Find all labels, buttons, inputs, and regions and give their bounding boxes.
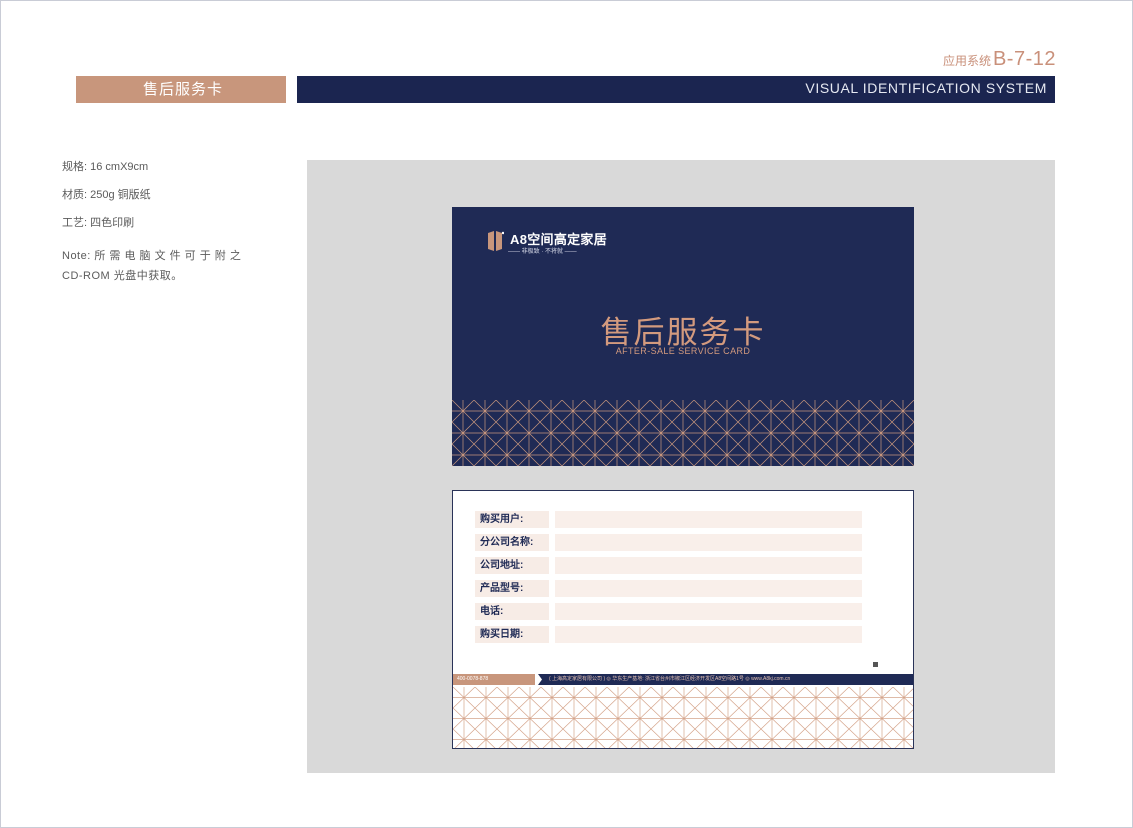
form-field-buyer[interactable] (555, 511, 862, 528)
card-footer-bar: 400-0078-878 ( 上海高定家居有限公司 ) ◎ 华东生产基地: 浙江… (453, 674, 913, 685)
spec-process: 工艺: 四色印刷 (62, 217, 135, 229)
spec-list: 规格: 16 cmX9cm 材质: 250g 铜版纸 工艺: 四色印刷 Note… (62, 158, 262, 286)
brand-mark-icon (488, 231, 504, 251)
form-label: 公司地址: (475, 557, 551, 574)
system-code: 应用系统 B-7-12 (943, 48, 1056, 71)
form-row-model: 产品型号: (475, 580, 862, 597)
spec-size: 规格: 16 cmX9cm (62, 161, 149, 173)
section-title-tab: 售后服务卡 (76, 76, 290, 103)
footer-phone: 400-0078-878 (453, 674, 537, 685)
card-back: 购买用户: 分公司名称: 公司地址: 产品型号: 电话: 购买日期: 400-0… (452, 490, 914, 749)
form-row-date: 购买日期: (475, 626, 862, 643)
form-field-address[interactable] (555, 557, 862, 574)
system-number: B-7-12 (992, 48, 1056, 70)
card-front: A8空间高定家居 —— 非极致 · 不将就 —— 售后服务卡 AFTER-SAL… (452, 207, 914, 466)
form-field-phone[interactable] (555, 603, 862, 620)
card-subtitle: AFTER-SALE SERVICE CARD (615, 346, 751, 356)
phone-notch-icon (535, 674, 542, 685)
form-row-branch: 分公司名称: (475, 534, 862, 551)
geometric-pattern (452, 400, 914, 466)
form-row-address: 公司地址: (475, 557, 862, 574)
geometric-pattern (453, 687, 913, 748)
vis-system-label: VISUAL IDENTIFICATION SYSTEM (805, 80, 1047, 96)
form-label: 电话: (475, 603, 551, 620)
spec-material: 材质: 250g 铜版纸 (62, 189, 151, 201)
form-label: 分公司名称: (475, 534, 551, 551)
form-row-phone: 电话: (475, 603, 862, 620)
form-label: 产品型号: (475, 580, 551, 597)
form-field-branch[interactable] (555, 534, 862, 551)
qr-code-icon (873, 662, 878, 667)
system-label: 应用系统 (942, 54, 991, 68)
brand-tagline: —— 非极致 · 不将就 —— (508, 249, 577, 255)
form-field-date[interactable] (555, 626, 862, 643)
form-label: 购买日期: (475, 626, 551, 643)
form-label: 购买用户: (475, 511, 551, 528)
spec-note: Note: 所 需 电 脑 文 件 可 于 附 之 CD-ROM 光盘中获取。 (62, 250, 242, 282)
footer-info: ( 上海高定家居有限公司 ) ◎ 华东生产基地: 浙江省台州市椒江区经济开发区A… (549, 676, 791, 682)
form-field-model[interactable] (555, 580, 862, 597)
form-row-buyer: 购买用户: (475, 511, 862, 528)
